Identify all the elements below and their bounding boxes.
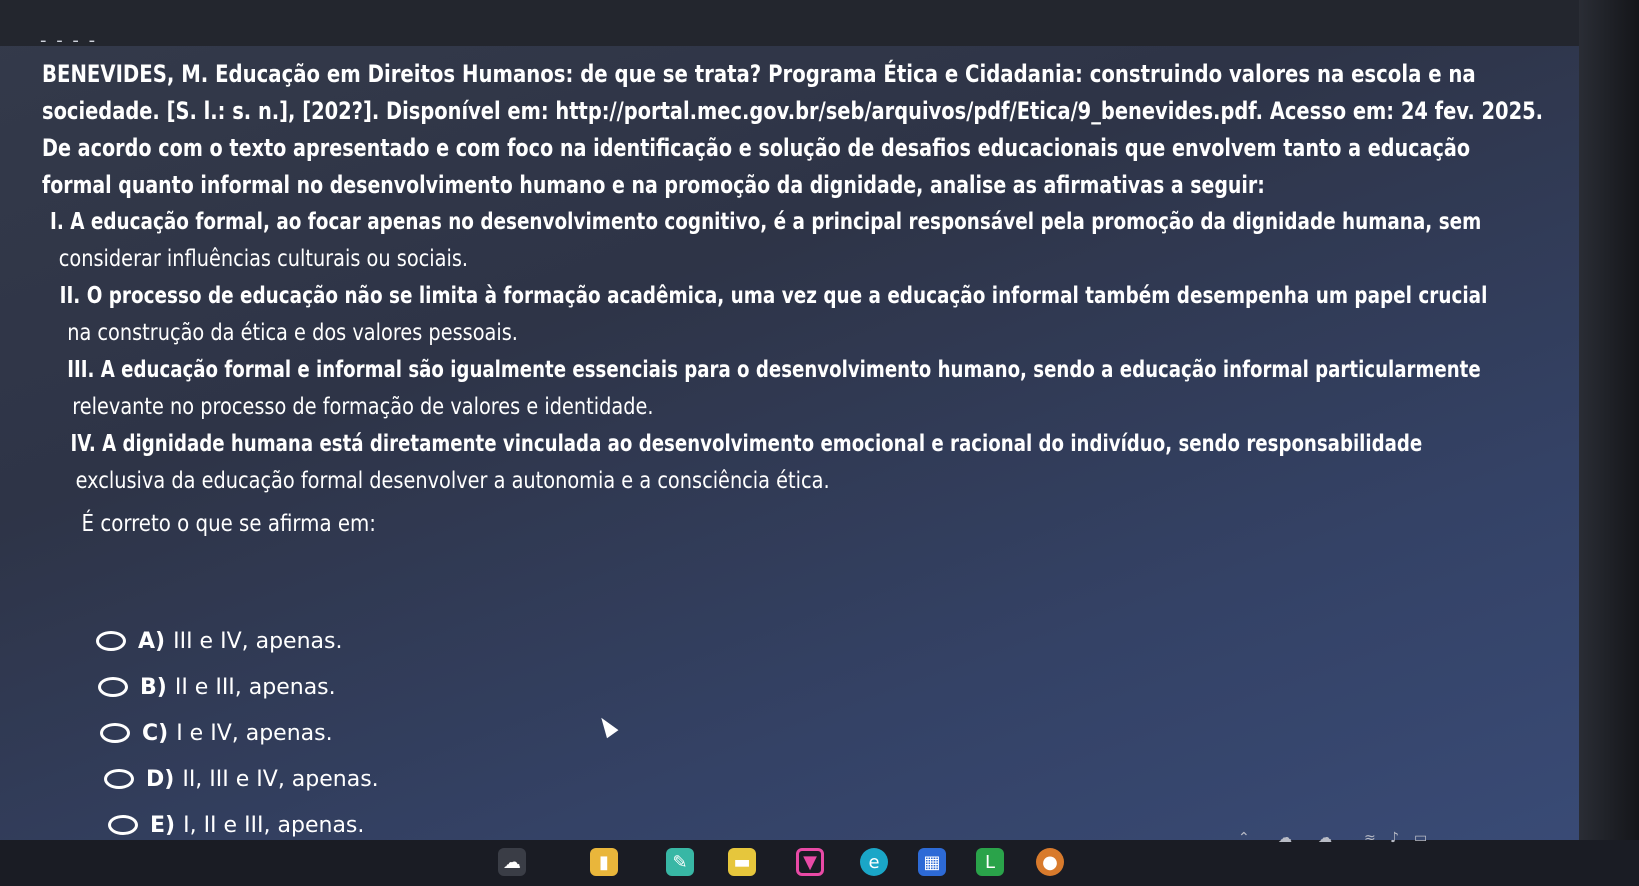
option-a[interactable]: A) III e IV, apenas. (96, 618, 379, 664)
ai-chat-icon[interactable]: ● (1036, 848, 1064, 876)
question-text: É correto o que se afirma em: (81, 511, 376, 537)
volume-icon[interactable]: ♪ (1390, 830, 1399, 846)
reference-line-1: BENEVIDES, M. Educação em Direitos Human… (42, 60, 1476, 88)
radio-a[interactable] (96, 631, 126, 651)
store-icon[interactable]: ▦ (918, 848, 946, 876)
app-icon[interactable]: L (976, 848, 1004, 876)
radio-e[interactable] (108, 815, 138, 835)
reference-line-2: sociedade. [S. l.: s. n.], [202?]. Dispo… (42, 97, 1544, 125)
wifi-icon[interactable]: ≈ (1364, 830, 1376, 846)
edge-icon[interactable]: e (860, 848, 888, 876)
statement-3-line-1: III. A educação formal e informal são ig… (67, 357, 1481, 383)
statement-1-line-2: considerar influências culturais ou soci… (58, 246, 469, 272)
prompt-line-1: De acordo com o texto apresentado e com … (42, 134, 1471, 162)
option-e-text: I, II e III, apenas. (183, 812, 365, 838)
mouse-pointer-icon (595, 713, 619, 739)
radio-c[interactable] (100, 723, 130, 743)
paint-icon[interactable]: ✎ (666, 848, 694, 876)
shield-icon[interactable]: ▼ (796, 848, 824, 876)
statement-1-line-1: I. A educação formal, ao focar apenas no… (50, 209, 1482, 235)
cloud-icon[interactable]: ☁ (1278, 830, 1292, 846)
option-d-text: II, III e IV, apenas. (182, 766, 379, 792)
screen: - - - - BENEVIDES, M. Educação em Direit… (0, 0, 1639, 886)
dash-mark: - - - - (40, 30, 98, 51)
option-c-text: I e IV, apenas. (176, 720, 333, 746)
option-c-letter: C) (142, 720, 169, 746)
answer-options: A) III e IV, apenas. B) II e III, apenas… (96, 618, 379, 848)
question-content: BENEVIDES, M. Educação em Direitos Human… (42, 56, 1552, 544)
notes-icon[interactable]: ▬ (728, 848, 756, 876)
option-d-letter: D) (146, 766, 175, 792)
radio-b[interactable] (98, 677, 128, 697)
statement-2-line-1: II. O processo de educação não se limita… (59, 283, 1488, 309)
file-explorer-icon[interactable]: ▮ (590, 848, 618, 876)
statement-4-line-1: IV. A dignidade humana está diretamente … (70, 431, 1423, 457)
statement-3-line-2: relevante no processo de formação de val… (72, 394, 654, 420)
option-b-letter: B) (140, 674, 167, 700)
statement-2-line-2: na construção da ética e dos valores pes… (67, 320, 518, 346)
widgets-icon[interactable]: ☁ (498, 848, 526, 876)
option-d[interactable]: D) II, III e IV, apenas. (96, 756, 379, 802)
top-bezel (0, 0, 1639, 46)
option-b[interactable]: B) II e III, apenas. (96, 664, 379, 710)
prompt-line-2: formal quanto informal no desenvolviment… (42, 171, 1265, 199)
option-b-text: II e III, apenas. (174, 674, 336, 700)
radio-d[interactable] (104, 769, 134, 789)
onedrive-icon[interactable]: ☁ (1318, 830, 1332, 846)
option-a-letter: A) (138, 628, 166, 654)
battery-icon[interactable]: ▭ (1414, 830, 1427, 846)
statement-4-line-2: exclusiva da educação formal desenvolver… (75, 468, 830, 494)
option-e-letter: E) (150, 812, 176, 838)
chevron-up-icon[interactable]: ⌃ (1238, 830, 1250, 846)
option-a-text: III e IV, apenas. (173, 628, 343, 654)
right-bezel (1579, 0, 1639, 886)
option-c[interactable]: C) I e IV, apenas. (96, 710, 379, 756)
